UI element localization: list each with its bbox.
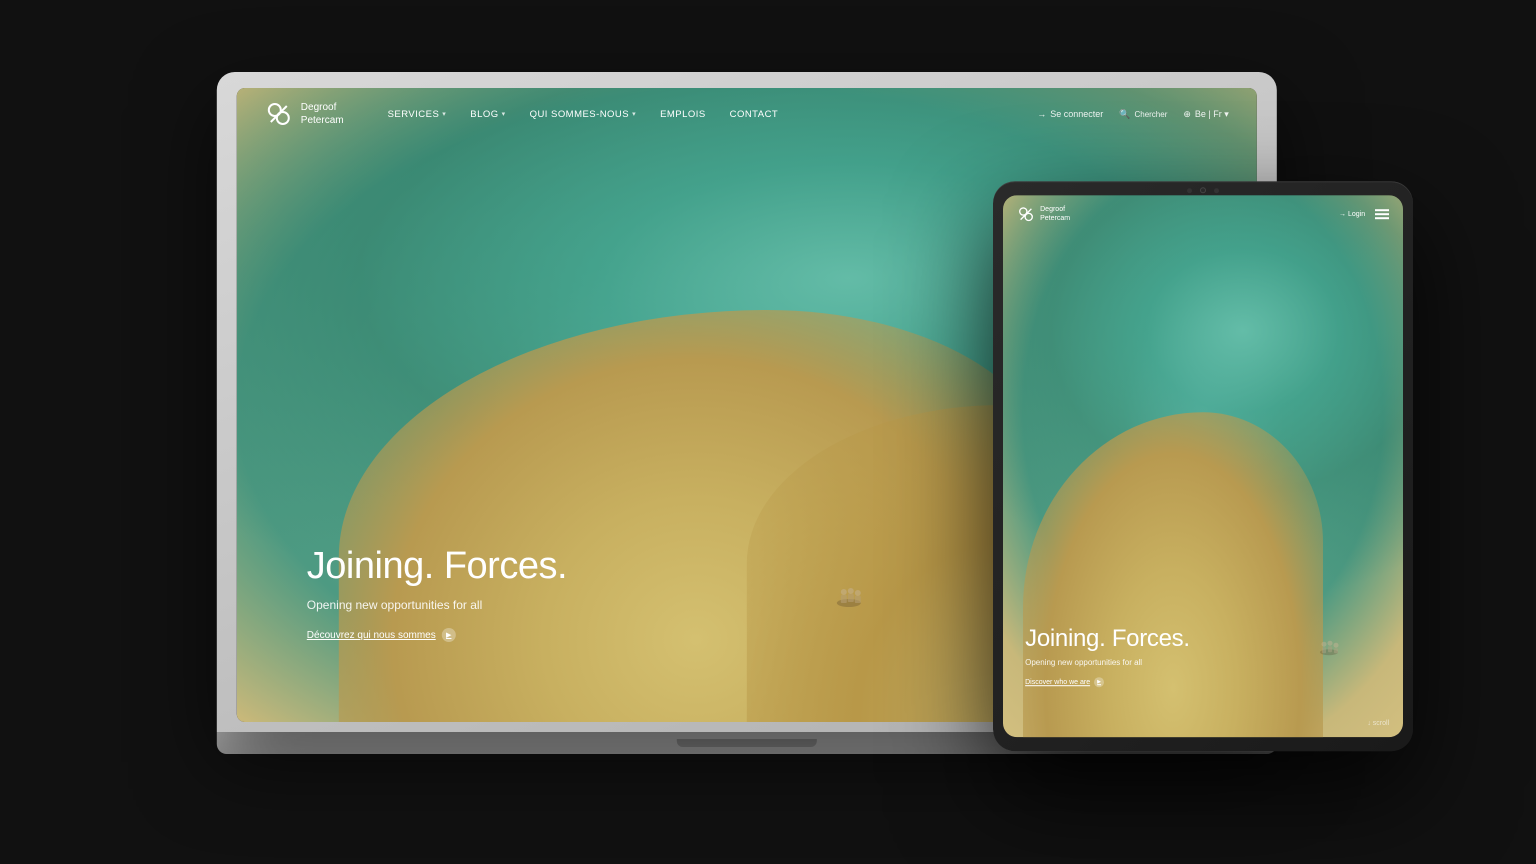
laptop-notch: [677, 739, 817, 747]
degroof-logo-icon: [265, 100, 293, 128]
hamburger-line-3: [1375, 217, 1389, 219]
tablet-screen: Degroof Petercam → Login: [1003, 195, 1403, 737]
laptop-logo[interactable]: Degroof Petercam: [265, 100, 344, 128]
hamburger-line-2: [1375, 213, 1389, 215]
tablet-navbar: Degroof Petercam → Login: [1003, 195, 1403, 233]
locale-switcher[interactable]: ⊕ Be | Fr ▾: [1183, 109, 1228, 120]
tablet-login-icon: →: [1339, 211, 1346, 218]
tablet-dot-1: [1187, 188, 1192, 193]
tablet-logo-text: Degroof Petercam: [1040, 205, 1070, 223]
laptop-hero-title: Joining. Forces.: [307, 546, 567, 588]
tablet-play-icon: ▶: [1094, 677, 1104, 687]
tablet-people-illustration: [1315, 634, 1343, 656]
tablet-cta-link[interactable]: Discover who we are ▶: [1025, 677, 1190, 687]
login-button[interactable]: → Se connecter: [1037, 109, 1103, 119]
tablet-dot-2: [1214, 188, 1219, 193]
tablet-device: Degroof Petercam → Login: [993, 181, 1413, 751]
login-icon: →: [1037, 109, 1046, 119]
nav-item-blog[interactable]: BLOG ▾: [458, 109, 517, 120]
tablet-camera-row: [1187, 187, 1219, 193]
people-illustration: [829, 578, 869, 608]
laptop-hero-content: Joining. Forces. Opening new opportuniti…: [307, 546, 567, 642]
nav-item-services[interactable]: SERVICES ▾: [376, 109, 459, 120]
laptop-cta-link[interactable]: Découvrez qui nous sommes ▶: [307, 628, 567, 642]
play-icon: ▶: [442, 628, 456, 642]
laptop-hero-subtitle: Opening new opportunities for all: [307, 598, 567, 612]
tablet-camera: [1200, 187, 1206, 193]
hamburger-line-1: [1375, 209, 1389, 211]
logo-text: Degroof Petercam: [301, 101, 344, 127]
laptop-nav-right: → Se connecter 🔍 Chercher ⊕ Be | Fr ▾: [1037, 109, 1229, 120]
tablet-outer: Degroof Petercam → Login: [993, 181, 1413, 751]
tablet-logo-icon: [1017, 205, 1035, 223]
globe-icon: ⊕: [1183, 109, 1191, 120]
tablet-website: Degroof Petercam → Login: [1003, 195, 1403, 737]
nav-item-contact[interactable]: CONTACT: [718, 109, 791, 120]
nav-item-about[interactable]: QUI SOMMES-NOUS ▾: [518, 109, 649, 120]
chevron-down-icon: ▾: [632, 110, 636, 118]
tablet-hamburger-menu[interactable]: [1375, 209, 1389, 219]
tablet-login-button[interactable]: → Login: [1339, 211, 1365, 218]
laptop-navbar: Degroof Petercam SERVICES ▾ BLOG: [237, 88, 1257, 140]
chevron-down-icon: ▾: [502, 110, 506, 118]
search-button[interactable]: 🔍 Chercher: [1119, 109, 1167, 120]
tablet-hero-subtitle: Opening new opportunities for all: [1025, 658, 1190, 667]
tablet-scroll-indicator: ↓ scroll: [1367, 720, 1389, 727]
tablet-hero-title: Joining. Forces.: [1025, 626, 1190, 652]
tablet-logo[interactable]: Degroof Petercam: [1017, 205, 1070, 223]
tablet-hero-content: Joining. Forces. Opening new opportuniti…: [1025, 626, 1190, 687]
search-icon: 🔍: [1119, 109, 1130, 120]
nav-item-emplois[interactable]: EMPLOIS: [648, 109, 718, 120]
tablet-nav-right: → Login: [1339, 209, 1389, 219]
chevron-down-icon: ▾: [442, 110, 446, 118]
scene: Degroof Petercam SERVICES ▾ BLOG: [0, 0, 1536, 864]
laptop-nav-links: SERVICES ▾ BLOG ▾ QUI SOMMES-NOUS ▾: [376, 109, 1038, 120]
